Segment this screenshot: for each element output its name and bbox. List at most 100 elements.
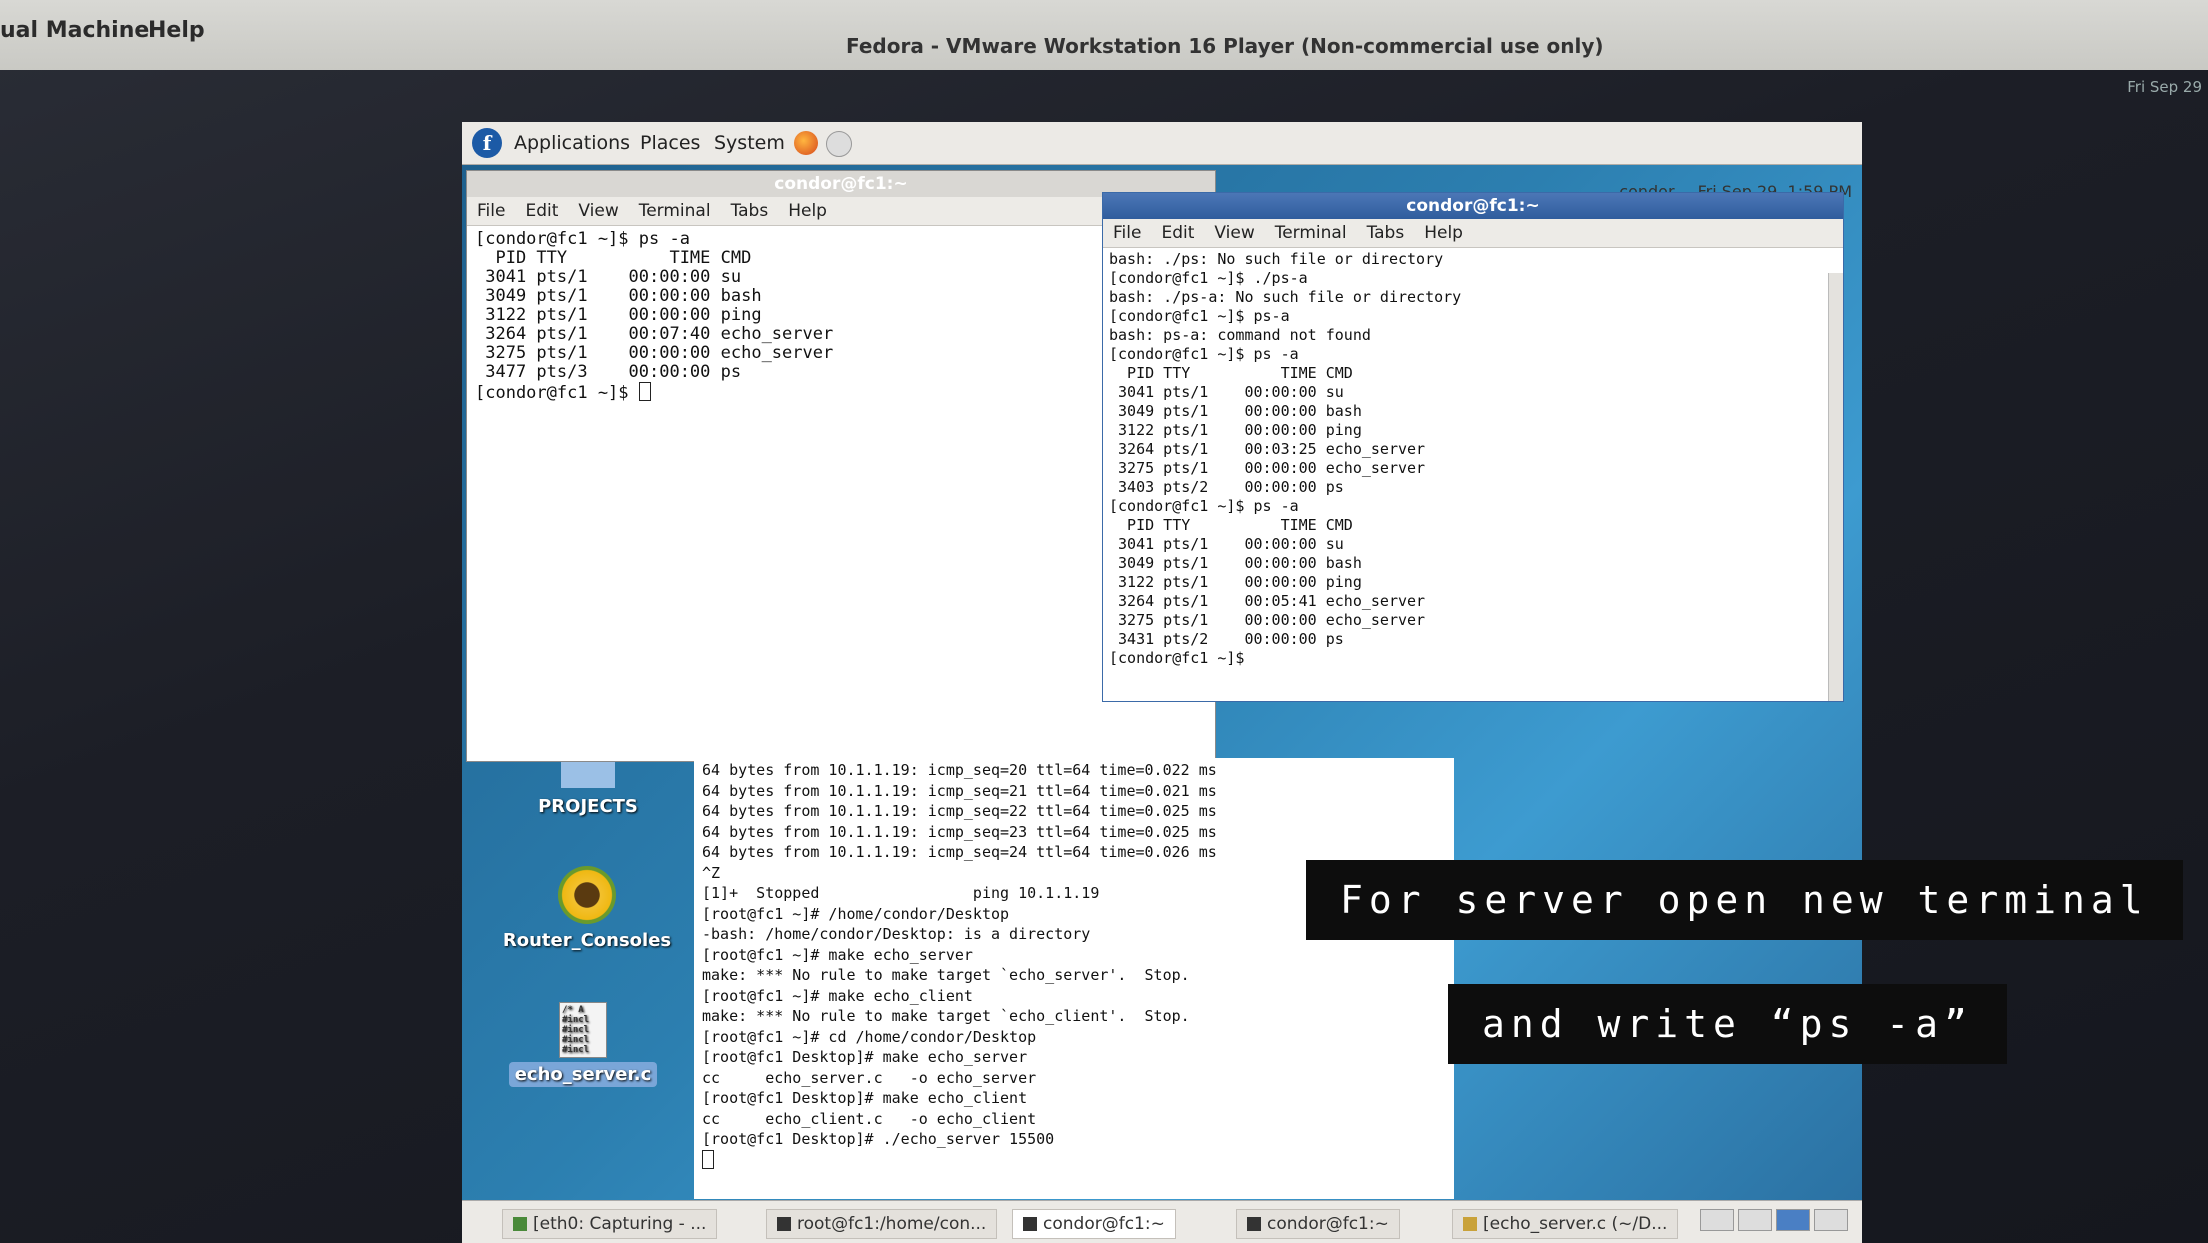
terminal-icon	[1023, 1217, 1037, 1231]
terminal-line: PID TTY TIME CMD	[1109, 364, 1353, 382]
c-source-file-icon: /* A #incl #incl #incl #incl	[559, 1002, 607, 1058]
menu-help[interactable]: Help	[1414, 219, 1473, 247]
taskbar-item-wireshark[interactable]: [eth0: Capturing - ...	[502, 1209, 718, 1239]
terminal-line: 3049 pts/1 00:00:00 bash	[1109, 554, 1362, 572]
taskbar-item-root-terminal[interactable]: root@fc1:/home/con...	[766, 1209, 998, 1239]
mail-icon[interactable]	[826, 131, 852, 157]
terminal-prompt: [condor@fc1 ~]$	[475, 383, 639, 403]
fedora-top-panel: f Applications Places System	[462, 122, 1862, 165]
workspace-switcher-4[interactable]	[1814, 1209, 1848, 1231]
menu-help[interactable]: Help	[778, 197, 837, 225]
host-menu-help[interactable]: Help	[148, 18, 205, 43]
menu-file[interactable]: File	[1103, 219, 1151, 247]
menu-file[interactable]: File	[467, 197, 515, 225]
terminal-line: PID TTY TIME CMD	[1109, 516, 1353, 534]
fedora-logo-icon[interactable]: f	[472, 128, 502, 158]
vertical-scrollbar[interactable]	[1828, 273, 1843, 701]
menu-view[interactable]: View	[568, 197, 628, 225]
window-title[interactable]: condor@fc1:~	[1103, 193, 1843, 219]
taskbar-item-label: condor@fc1:~	[1043, 1214, 1165, 1234]
terminal-line: [root@fc1 ~]# cd /home/condor/Desktop	[702, 1027, 1037, 1046]
terminal-line: 64 bytes from 10.1.1.19: icmp_seq=23 ttl…	[702, 822, 1217, 841]
firefox-icon[interactable]	[794, 131, 818, 155]
terminal-line: 3049 pts/1 00:00:00 bash	[1109, 402, 1362, 420]
desktop-icon-label: PROJECTS	[538, 796, 638, 817]
desktop-icon-router-consoles[interactable]: Router_Consoles	[502, 866, 672, 951]
menu-edit[interactable]: Edit	[1151, 219, 1204, 247]
terminal-line: 3264 pts/1 00:05:41 echo_server	[1109, 592, 1426, 610]
menu-edit[interactable]: Edit	[515, 197, 568, 225]
terminal-line: [condor@fc1 ~]$ ps -a	[475, 229, 690, 249]
terminal-line: 3041 pts/1 00:00:00 su	[475, 267, 742, 287]
terminal-prompt-line: [condor@fc1 ~]$	[475, 382, 1207, 403]
terminal-line: 3122 pts/1 00:00:00 ping	[1109, 573, 1362, 591]
desktop-icon-label: Router_Consoles	[502, 930, 672, 951]
taskbar-item-label: root@fc1:/home/con...	[797, 1214, 987, 1234]
terminal-line: 3275 pts/1 00:00:00 echo_server	[1109, 611, 1426, 629]
terminal-line: make: *** No rule to make target `echo_s…	[702, 966, 1190, 984]
terminal-line: 3275 pts/1 00:00:00 echo_server	[475, 343, 834, 363]
desktop-icon-echo-server-c[interactable]: /* A #incl #incl #incl #incl echo_server…	[508, 1002, 658, 1087]
terminal-line: [root@fc1 Desktop]# make echo_client	[702, 1089, 1028, 1107]
host-menu-vm[interactable]: ual Machine	[0, 18, 149, 43]
terminal-line: [root@fc1 ~]# make echo_server	[702, 945, 973, 964]
terminal-line: 3477 pts/3 00:00:00 ps	[475, 362, 742, 382]
terminal-line: 3041 pts/1 00:00:00 su	[1109, 535, 1344, 553]
terminal-line: cc echo_server.c -o echo_server	[702, 1068, 1037, 1087]
terminal-line: [condor@fc1 ~]$ ps -a	[1109, 497, 1299, 515]
host-window-title: Fedora - VMware Workstation 16 Player (N…	[846, 34, 1604, 58]
terminal-line: 3264 pts/1 00:03:25 echo_server	[1109, 440, 1426, 458]
terminal-window-right[interactable]: condor@fc1:~ File Edit View Terminal Tabs Hel…	[1102, 192, 1844, 702]
terminal-line: 64 bytes from 10.1.1.19: icmp_seq=20 ttl…	[702, 761, 1217, 779]
workspace-switcher-2[interactable]	[1738, 1209, 1772, 1231]
menu-terminal[interactable]: Terminal	[629, 197, 721, 225]
menu-system[interactable]: System	[714, 132, 785, 154]
workspace-switcher-1[interactable]	[1700, 1209, 1734, 1231]
terminal-output[interactable]: bash: ./ps: No such file or directory [co…	[1103, 248, 1843, 670]
terminal-line: 3049 pts/1 00:00:00 bash	[475, 286, 762, 306]
terminal-line: [root@fc1 Desktop]# make echo_server	[702, 1048, 1028, 1066]
terminal-line: [root@fc1 ~]# make echo_client	[702, 986, 973, 1005]
terminal-line: [root@fc1 Desktop]# ./echo_server 15500	[702, 1130, 1055, 1148]
text-cursor	[702, 1149, 714, 1169]
host-clock: Fri Sep 29	[2127, 78, 2202, 96]
sunflower-icon	[558, 866, 616, 924]
taskbar-item-condor-terminal-2[interactable]: condor@fc1:~	[1236, 1209, 1400, 1239]
terminal-line: PID TTY TIME CMD	[475, 248, 752, 268]
taskbar-item-editor[interactable]: [echo_server.c (~/D...	[1452, 1209, 1679, 1239]
terminal-line: make: *** No rule to make target `echo_c…	[702, 1007, 1190, 1025]
taskbar-item-label: [echo_server.c (~/D...	[1483, 1214, 1668, 1234]
terminal-line: [condor@fc1 ~]$ ps-a	[1109, 307, 1290, 325]
desktop-icon-label: echo_server.c	[508, 1062, 658, 1087]
terminal-icon	[777, 1217, 791, 1231]
menu-tabs[interactable]: Tabs	[721, 197, 779, 225]
terminal-line: 3122 pts/1 00:00:00 ping	[1109, 421, 1362, 439]
terminal-line: 3431 pts/2 00:00:00 ps	[1109, 630, 1344, 648]
terminal-icon	[1247, 1217, 1261, 1231]
terminal-line: bash: ./ps: No such file or directory	[1109, 250, 1444, 268]
taskbar-item-label: condor@fc1:~	[1267, 1214, 1389, 1234]
desktop-icon-projects[interactable]: PROJECTS	[518, 762, 658, 817]
terminal-line: bash: ./ps-a: No such file or directory	[1109, 288, 1462, 306]
terminal-line: 3041 pts/1 00:00:00 su	[1109, 383, 1344, 401]
menu-tabs[interactable]: Tabs	[1357, 219, 1415, 247]
taskbar-item-label: [eth0: Capturing - ...	[533, 1214, 707, 1234]
terminal-line: bash: ps-a: command not found	[1109, 326, 1371, 344]
terminal-line: [condor@fc1 ~]$ ./ps-a	[1109, 269, 1308, 287]
terminal-window-root[interactable]: 64 bytes from 10.1.1.19: icmp_seq=20 ttl…	[694, 758, 1454, 1199]
terminal-menubar: File Edit View Terminal Tabs Help	[1103, 219, 1843, 248]
terminal-line: cc echo_client.c -o echo_client	[702, 1109, 1037, 1128]
terminal-line: 64 bytes from 10.1.1.19: icmp_seq=22 ttl…	[702, 802, 1217, 820]
folder-icon	[561, 762, 615, 788]
menu-applications[interactable]: Applications	[514, 132, 630, 154]
menu-view[interactable]: View	[1204, 219, 1264, 247]
workspace-switcher-3[interactable]	[1776, 1209, 1810, 1231]
terminal-line: 64 bytes from 10.1.1.19: icmp_seq=21 ttl…	[702, 781, 1217, 800]
menu-places[interactable]: Places	[640, 132, 700, 154]
text-cursor	[638, 382, 651, 401]
terminal-line: 3122 pts/1 00:00:00 ping	[475, 305, 762, 325]
menu-terminal[interactable]: Terminal	[1265, 219, 1357, 247]
terminal-output[interactable]: 64 bytes from 10.1.1.19: icmp_seq=20 ttl…	[694, 758, 1454, 1173]
taskbar-item-condor-terminal-1[interactable]: condor@fc1:~	[1012, 1209, 1176, 1239]
terminal-line: 3275 pts/1 00:00:00 echo_server	[1109, 459, 1426, 477]
